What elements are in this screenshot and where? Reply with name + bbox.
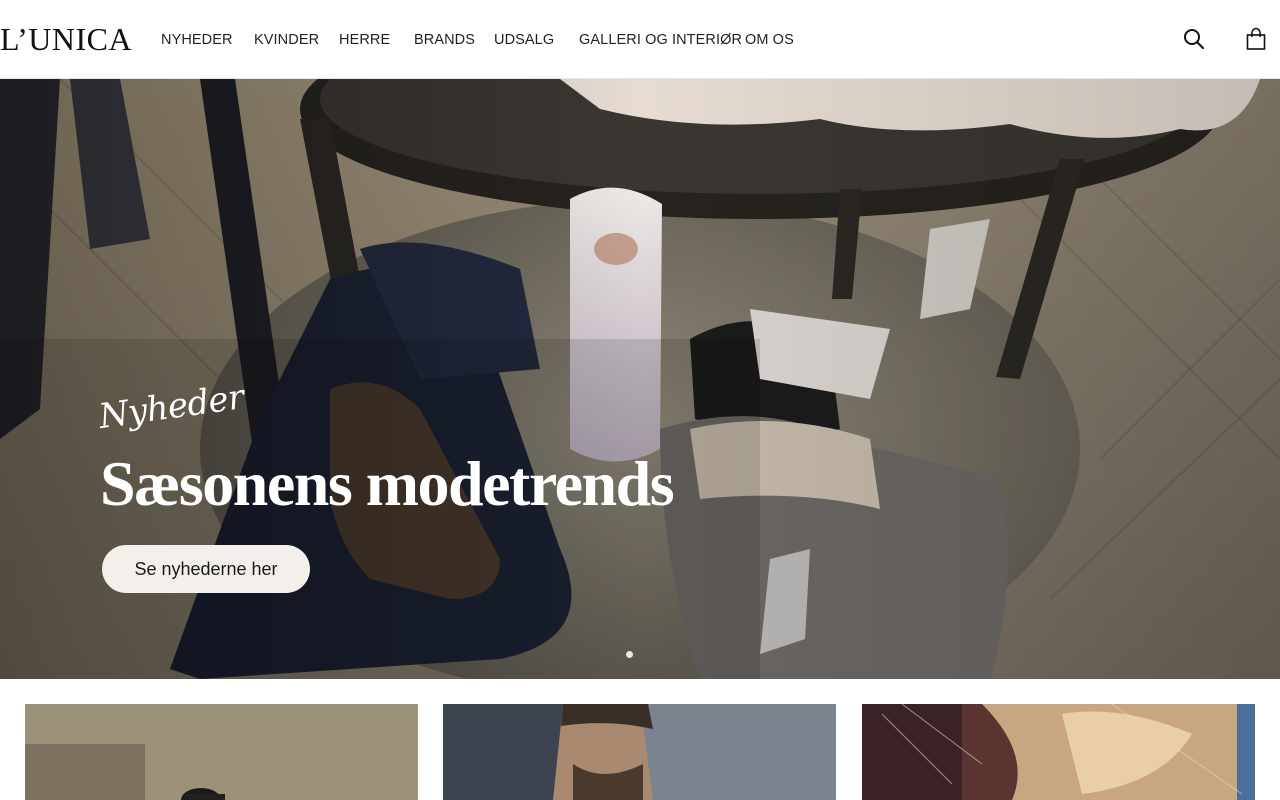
- cart-button[interactable]: [1243, 26, 1269, 52]
- tile-image: [443, 704, 836, 800]
- category-tiles: [0, 704, 1280, 800]
- shopping-bag-icon: [1246, 27, 1266, 50]
- category-tile-gallery[interactable]: [862, 704, 1255, 800]
- site-header: L’UNICA NYHEDER KVINDER HERRE BRANDS UDS…: [0, 0, 1280, 79]
- search-icon: [1184, 29, 1205, 50]
- hero-banner: Nyheder Sæsonens modetrends Se nyhederne…: [0, 79, 1280, 679]
- nav-item-nyheder[interactable]: NYHEDER: [161, 31, 233, 49]
- tile-image: [25, 704, 418, 800]
- category-tile-men[interactable]: [443, 704, 836, 800]
- nav-item-galleri-og-interior[interactable]: GALLERI OG INTERIØR: [579, 31, 742, 49]
- nav-item-udsalg[interactable]: UDSALG: [494, 31, 554, 49]
- nav-item-kvinder[interactable]: KVINDER: [254, 31, 319, 49]
- nav-item-om-os[interactable]: OM OS: [745, 31, 794, 49]
- search-button[interactable]: [1181, 26, 1207, 52]
- slider-dot[interactable]: [626, 651, 633, 658]
- category-tile-women[interactable]: [25, 704, 418, 800]
- nav-item-herre[interactable]: HERRE: [339, 31, 390, 49]
- nav-item-brands[interactable]: BRANDS: [414, 31, 475, 49]
- logo[interactable]: L’UNICA: [0, 20, 132, 58]
- tile-image: [862, 704, 1255, 800]
- slider-pagination: [626, 651, 633, 658]
- hero-cta-button[interactable]: Se nyhederne her: [102, 545, 310, 593]
- hero-title: Sæsonens modetrends: [100, 448, 675, 519]
